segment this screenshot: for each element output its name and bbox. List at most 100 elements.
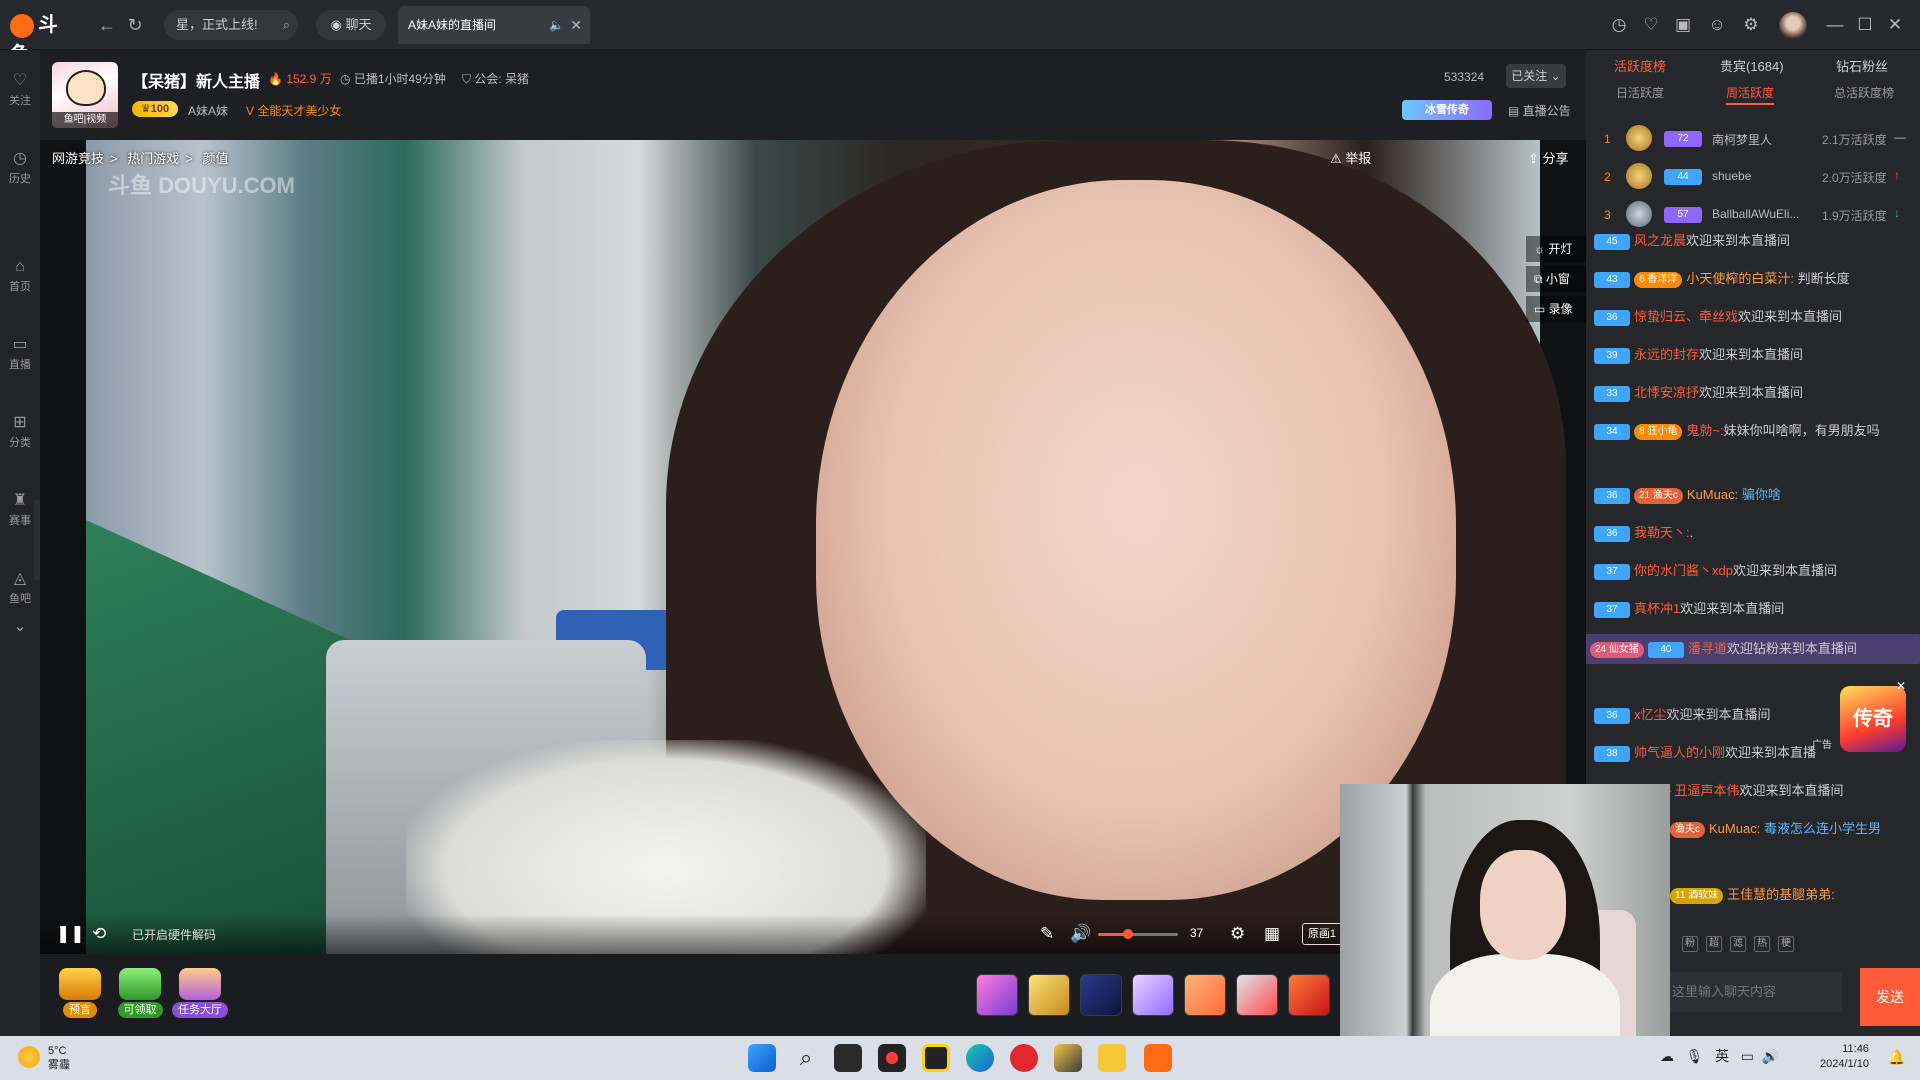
subtab-total[interactable]: 总活跃度榜 [1834, 84, 1894, 101]
volume-icon[interactable]: 🔊 [1070, 924, 1091, 944]
share-button[interactable]: ⇪ 分享 [1528, 148, 1569, 167]
search-icon[interactable]: ⌕ [283, 10, 290, 40]
system-clock[interactable]: 11:46 2024/1/10 [1820, 1042, 1869, 1072]
network-icon[interactable]: ▭ [1741, 1048, 1754, 1064]
rank-row[interactable]: 2 44 shuebe 2.0万活跃度 ↑ [1586, 158, 1920, 196]
speaker-icon[interactable]: 🔊 [1762, 1048, 1779, 1064]
task-view-icon[interactable] [834, 1044, 862, 1072]
chat-message[interactable]: 43 6 香洋洋 小天使榨的白菜汁: 判断长度 [1594, 266, 1912, 292]
subtab-weekly[interactable]: 周活跃度 [1726, 84, 1775, 105]
chat-message[interactable]: 33 北悸安凉抒欢迎来到本直播间 [1594, 380, 1912, 406]
chat-message[interactable]: 39 永远的封存欢迎来到本直播间 [1594, 342, 1912, 368]
app-icon-game[interactable] [1054, 1044, 1082, 1072]
task-hall-button[interactable]: 任务大厅 [172, 968, 228, 1020]
chat-message[interactable]: 11 酒软妹 王佳慧的基腿弟弟: [1670, 882, 1914, 908]
anchor-name[interactable]: A妹A妹 [188, 102, 228, 119]
chat-tool-fan[interactable]: 粉 [1682, 936, 1698, 952]
gift-item[interactable] [1132, 974, 1174, 1016]
chat-message[interactable]: 渔夫c KuMuac: 毒液怎么连小学生男 [1670, 816, 1914, 842]
chat-nick[interactable]: 鬼勍~: [1686, 423, 1723, 438]
douyu-taskbar-icon[interactable] [1144, 1044, 1172, 1072]
speaker-icon[interactable]: 🔈 [549, 6, 564, 44]
maximize-icon[interactable]: ☐ [1852, 12, 1878, 38]
mini-window-button[interactable]: ⧉ 小窗 [1526, 266, 1586, 292]
breadcrumb-item[interactable]: 颜值 [202, 151, 228, 166]
message-icon[interactable]: ☺ [1704, 12, 1730, 38]
gift-item[interactable] [976, 974, 1018, 1016]
claimable-button[interactable]: 可领取 [112, 968, 168, 1020]
chat-nick[interactable]: 王佳慧的基腿弟弟: [1727, 887, 1835, 902]
avatar-tag[interactable]: 鱼吧|视频 [52, 112, 118, 128]
danmaku-edit-icon[interactable]: ✎ [1040, 924, 1054, 944]
sidebar-item-follow[interactable]: ♡ 关注 [0, 58, 40, 118]
volume-knob[interactable] [1122, 929, 1133, 939]
quality-button[interactable]: 原画1 [1302, 923, 1342, 945]
chat-nick[interactable]: 潘寻道 [1688, 641, 1727, 656]
chat-nick[interactable]: KuMuac: [1687, 487, 1738, 502]
gift-item[interactable] [1184, 974, 1226, 1016]
sidebar-item-home[interactable]: ⌂ 首页 [0, 244, 40, 304]
heart-icon[interactable]: ♡ [1638, 12, 1664, 38]
calendar-icon[interactable]: ▣ [1670, 12, 1696, 38]
history-clock-icon[interactable]: ◷ [1606, 12, 1632, 38]
edge-browser-icon[interactable] [966, 1044, 994, 1072]
app-icon-obs[interactable] [922, 1044, 950, 1072]
close-tab-icon[interactable]: ✕ [570, 6, 582, 44]
windows-start-icon[interactable] [748, 1044, 776, 1072]
follow-button[interactable]: 已关注 ⌄ [1506, 64, 1566, 88]
chat-button[interactable]: ◉ 聊天 [316, 10, 386, 40]
tab-live-room[interactable]: A妹A妹的直播间 🔈 ✕ [398, 6, 590, 44]
anchor-avatar[interactable]: 鱼吧|视频 [52, 62, 118, 128]
chat-nick[interactable]: 你的水门酱丶xdp [1634, 563, 1733, 578]
minimize-icon[interactable]: — [1822, 12, 1848, 38]
chat-nick[interactable]: 帅气逼人的小刚 [1634, 745, 1725, 760]
sidebar-item-category[interactable]: ⊞ 分类 [0, 400, 40, 460]
sidebar-item-live[interactable]: ▭ 直播 [0, 322, 40, 382]
rank-row[interactable]: 1 72 南柯梦里人 2.1万活跃度 — [1586, 120, 1920, 158]
danmaku-settings-icon[interactable]: ▦ [1264, 924, 1280, 944]
gift-item[interactable] [1288, 974, 1330, 1016]
chat-message[interactable]: 34 8 狂小龟 鬼勍~:妹妹你叫啥啊，有男朋友吗 [1594, 418, 1912, 444]
ad-float-banner[interactable]: 传奇 [1840, 686, 1906, 752]
chat-nick[interactable]: 风之龙晨 [1634, 233, 1686, 248]
chat-nick[interactable]: 小天使榨的白菜汁: [1686, 271, 1794, 286]
tab-activity-rank[interactable]: 活跃度榜 [1614, 56, 1666, 75]
chat-message[interactable]: 36 我勒天丶:. [1594, 520, 1912, 546]
sidebar-more-chevron-icon[interactable]: ⌄ [0, 616, 40, 640]
gift-item[interactable] [1028, 974, 1070, 1016]
breadcrumb-item[interactable]: 网游竞技 [52, 151, 104, 166]
volume-slider[interactable] [1098, 929, 1178, 939]
back-arrow-icon[interactable]: ← [96, 14, 118, 36]
netease-music-icon[interactable] [1010, 1044, 1038, 1072]
chat-message-highlight[interactable]: 24 仙女猪 40 潘寻道欢迎钻粉来到本直播间 [1586, 634, 1920, 664]
taskbar-search-icon[interactable]: ⌕ [792, 1044, 820, 1072]
chat-nick[interactable]: x忆尘 [1634, 707, 1667, 722]
loop-icon[interactable]: ⟲ [92, 924, 106, 944]
user-avatar[interactable] [1779, 12, 1807, 40]
light-toggle-button[interactable]: ☼ 开灯 [1526, 236, 1586, 262]
mic-icon[interactable]: 🎙 [1686, 1048, 1704, 1064]
tab-vip[interactable]: 贵宾(1684) [1720, 56, 1784, 75]
live-notice-button[interactable]: ▤ 直播公告 [1508, 102, 1571, 119]
guild-info[interactable]: ⛉ 公会: 呆猪 [462, 70, 529, 87]
chat-message[interactable]: 36 惊蛰归云、牵丝戏欢迎来到本直播间 [1594, 304, 1912, 330]
settings-gear-icon[interactable]: ⚙ [1230, 924, 1245, 944]
chat-tool-filter[interactable]: 滤 [1730, 936, 1746, 952]
chat-message[interactable]: 45 风之龙晨欢迎来到本直播间 [1594, 228, 1912, 254]
chat-input[interactable] [1666, 972, 1842, 1012]
chat-tool-hot[interactable]: 热 [1754, 936, 1770, 952]
chat-message[interactable]: 37 你的水门酱丶xdp欢迎来到本直播间 [1594, 558, 1912, 584]
chat-message[interactable]: 37 真杯冲1欢迎来到本直播间 [1594, 596, 1912, 622]
chat-nick[interactable]: 真杯冲1 [1634, 601, 1680, 616]
ad-close-icon[interactable]: ✕ [1896, 680, 1908, 692]
app-icon-record[interactable] [878, 1044, 906, 1072]
subtab-daily[interactable]: 日活跃度 [1616, 84, 1664, 101]
record-button[interactable]: ▭ 录像 [1526, 296, 1586, 322]
send-button[interactable]: 发送 [1860, 968, 1920, 1026]
breadcrumb-item[interactable]: 热门游戏 [127, 151, 179, 166]
chat-nick[interactable]: KuMuac: [1709, 821, 1760, 836]
settings-gear-icon[interactable]: ⚙ [1738, 12, 1764, 38]
prediction-button[interactable]: 预言 [52, 968, 108, 1020]
chat-nick[interactable]: 惊蛰归云、牵丝戏 [1634, 309, 1738, 324]
chat-nick[interactable]: 北悸安凉抒 [1634, 385, 1699, 400]
